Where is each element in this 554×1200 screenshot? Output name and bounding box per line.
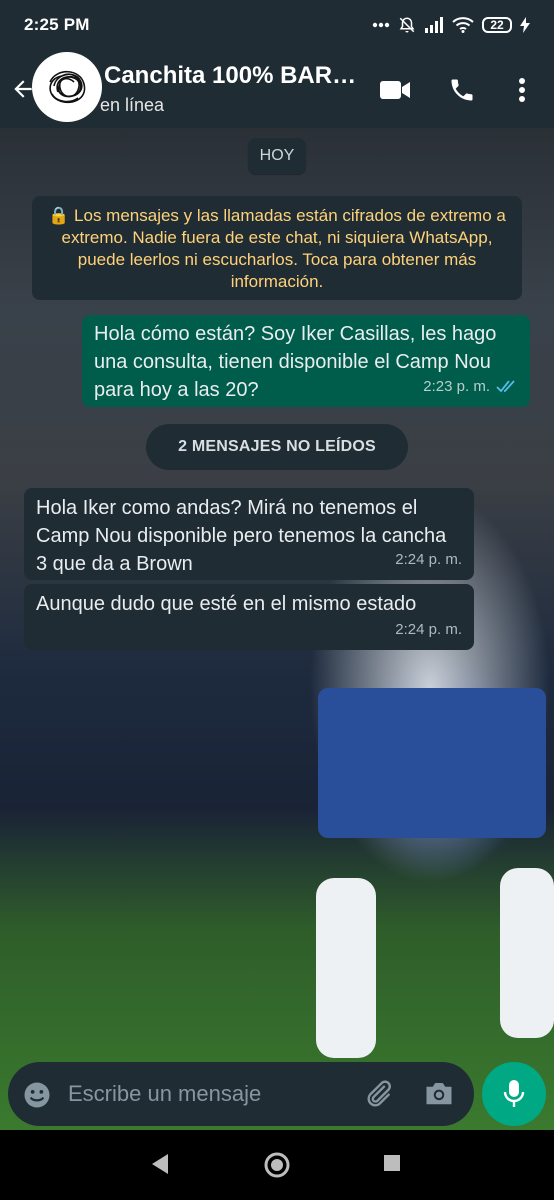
bell-muted-icon — [399, 17, 415, 33]
wifi-icon — [452, 17, 474, 33]
system-navigation-bar — [0, 1130, 554, 1200]
message-composer[interactable]: Escribe un mensaje — [8, 1062, 474, 1126]
status-icons: 22 — [372, 16, 530, 34]
message-meta: 2:24 p. m. — [395, 546, 462, 574]
message-incoming[interactable]: Aunque dudo que esté en el mismo estado … — [24, 584, 474, 650]
avatar[interactable] — [32, 52, 102, 122]
avatar-scribble-icon — [49, 70, 86, 104]
chat-title[interactable]: Canchita 100% BARR... — [104, 62, 366, 90]
more-dots-icon — [372, 22, 390, 28]
unread-messages-banner: 2 MENSAJES NO LEÍDOS — [146, 424, 408, 470]
wallpaper-leg-right — [500, 868, 554, 1038]
attach-icon[interactable] — [362, 1078, 394, 1110]
more-options-button[interactable] — [506, 74, 538, 106]
chat-status: en línea — [100, 95, 165, 115]
message-meta: 2:24 p. m. — [395, 616, 462, 644]
nav-home-icon[interactable] — [263, 1151, 291, 1179]
voice-call-button[interactable] — [446, 74, 478, 106]
encryption-notice[interactable]: 🔒 Los mensajes y las llamadas están cifr… — [32, 196, 522, 300]
charging-icon — [520, 17, 530, 33]
status-bar: 2:25 PM 22 — [0, 0, 554, 50]
video-call-button[interactable] — [379, 74, 411, 106]
message-meta: 2:23 p. m. — [423, 373, 518, 401]
message-text: Aunque dudo que esté en el mismo estado — [36, 593, 417, 615]
video-call-icon — [380, 81, 410, 99]
voice-record-button[interactable] — [482, 1062, 546, 1126]
phone-icon — [451, 79, 473, 101]
signal-icon — [425, 17, 443, 33]
message-outgoing[interactable]: Hola cómo están? Soy Iker Casillas, les … — [82, 315, 530, 407]
emoji-icon[interactable] — [22, 1080, 52, 1110]
battery-indicator: 22 — [482, 17, 512, 33]
message-incoming[interactable]: Hola Iker como andas? Mirá no tenemos el… — [24, 488, 474, 580]
wallpaper-leg-left — [316, 878, 376, 1058]
message-input[interactable]: Escribe un mensaje — [68, 1081, 261, 1107]
more-vert-icon — [519, 78, 525, 102]
message-time: 2:23 p. m. — [423, 378, 490, 395]
status-time: 2:25 PM — [24, 15, 90, 34]
message-time: 2:24 p. m. — [395, 551, 462, 568]
message-time: 2:24 p. m. — [395, 621, 462, 638]
nav-recents-icon[interactable] — [382, 1153, 402, 1173]
microphone-icon — [503, 1080, 525, 1107]
chat-header[interactable]: Canchita 100% BARR... en línea — [0, 50, 554, 128]
date-separator: HOY — [248, 138, 306, 174]
camera-icon[interactable] — [424, 1079, 454, 1107]
wallpaper-shorts — [318, 688, 546, 838]
message-text: Hola Iker como andas? Mirá no tenemos el… — [36, 497, 447, 575]
nav-back-icon[interactable] — [150, 1153, 170, 1175]
double-check-icon — [496, 380, 515, 393]
